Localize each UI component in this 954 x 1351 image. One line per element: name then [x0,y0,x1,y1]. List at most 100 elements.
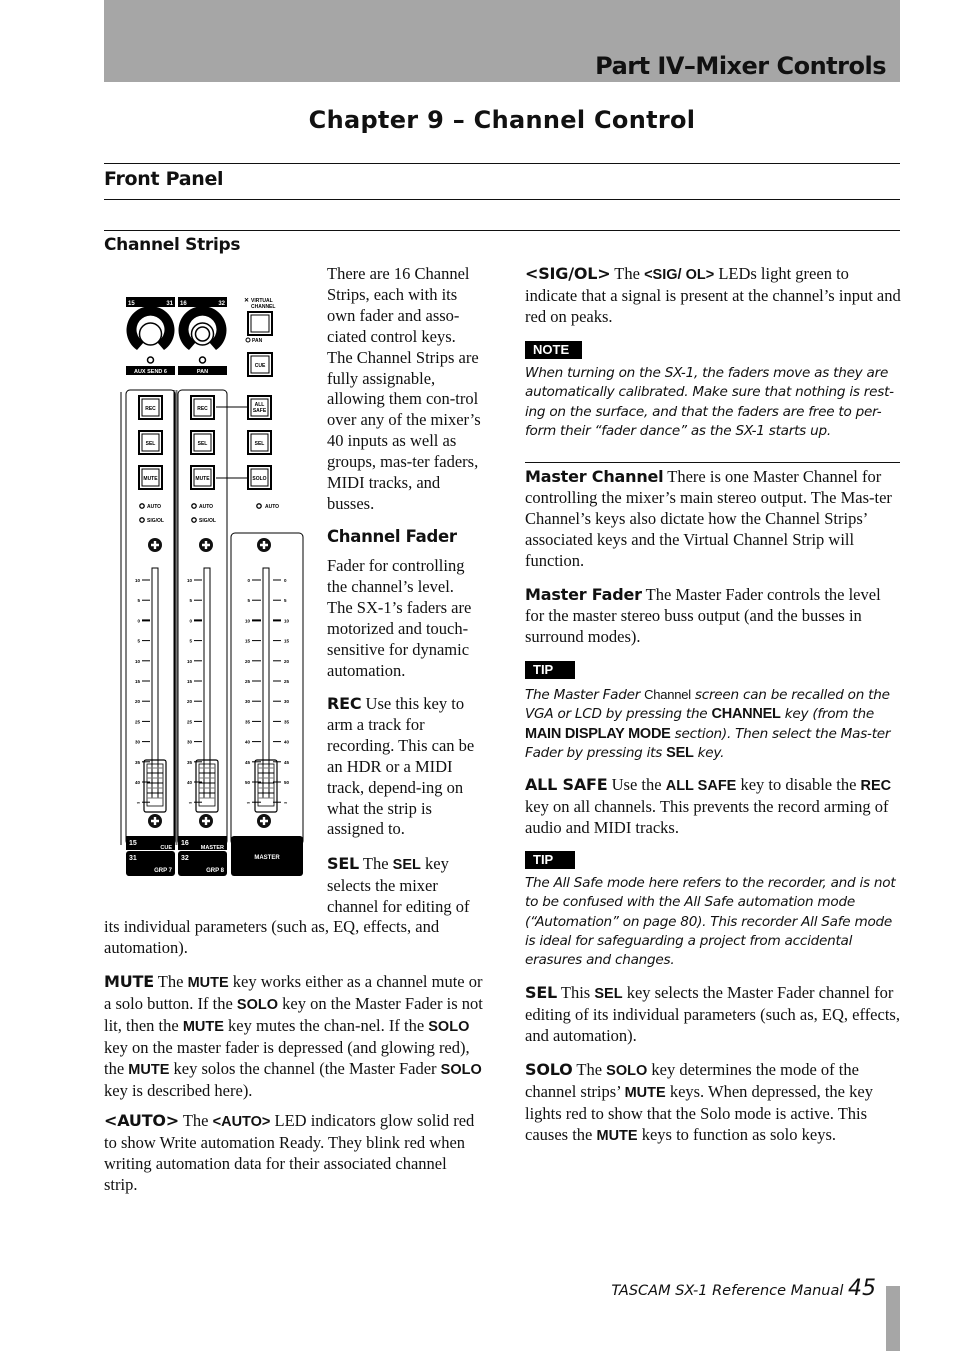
scale-label: 30 [245,699,251,704]
knob-label: AUX SEND 6 [134,369,167,375]
scale-label: 5 [247,598,250,603]
master-strip-label: MASTER [231,836,303,876]
divider [525,462,900,463]
master-sel-key-label: SEL [255,441,265,447]
svg-text:CUE: CUE [255,363,266,369]
svg-text:GRP 7: GRP 7 [154,868,173,874]
scale-label: 45 [245,760,251,765]
all-safe-paragraph: ALL SAFE Use the ALL SAFE key to disable… [525,775,892,837]
scale-label: 15 [245,639,251,644]
svg-text:15: 15 [129,840,137,847]
master-channel-paragraph: Master Channel There is one Master Chann… [525,467,892,570]
scale-label: 40 [245,740,251,745]
sigol-led-label: SIG/OL [147,518,164,524]
scale-label: 30 [284,699,290,704]
scale-label: 15 [135,679,141,684]
sel-paragraph-continued: its individual parameters (such as, EQ, … [104,917,440,957]
scale-label: 10 [187,659,193,664]
auto-paragraph: <AUTO> The <AUTO> LED indicators glow so… [104,1111,475,1194]
solo-paragraph: SOLO The SOLO key determines the mode of… [525,1060,873,1144]
scale-label: 35 [245,719,251,724]
scale-label: 5 [137,639,140,644]
scale-label: 0 [284,578,287,583]
tip-text: The Master Fader Channel screen can be r… [525,687,891,761]
scale-label: 20 [284,659,290,664]
scale-label: 50 [245,780,251,785]
rec-lead: REC [327,694,362,713]
chapter-title: Chapter 9 – Channel Control [308,106,696,134]
scale-label: 0 [247,578,250,583]
svg-text:MUTE: MUTE [195,476,210,482]
svg-text:GRP 8: GRP 8 [206,868,225,874]
page-number: 45 [848,1276,876,1301]
scale-label: ∞ [284,800,287,805]
sel-paragraph: SEL The SEL key selects the mixer channe… [327,854,470,916]
svg-text:SIG/OL: SIG/OL [199,518,216,524]
rec-key-label: REC [145,406,156,412]
strip-1-label: 15 CUE 31 GRP 7 [126,836,175,876]
scale-label: 30 [135,740,141,745]
svg-text:SAFE: SAFE [253,408,267,414]
scale-label: 5 [189,598,192,603]
scale-label: ∞ [137,800,140,805]
rec-paragraph: REC Use this key to arm a track for reco… [327,694,475,839]
scale-label: 25 [187,719,193,724]
tip-badge: TIP [525,851,575,869]
svg-text:16: 16 [181,840,189,847]
scale-label: 15 [187,679,193,684]
knob-label: PAN [197,369,208,375]
strip-1-keys: REC SEL MUTE AUTO SIG/OL [138,395,164,524]
scale-label: 10 [135,578,141,583]
divider [104,230,900,231]
auto-led-label: AUTO [147,504,161,510]
pan-led-label: PAN [252,338,263,344]
master-fader-paragraph: Master Fader The Master Fader controls t… [525,585,881,646]
scale-label: ∞ [189,800,192,805]
tip-text: The All Safe mode here refers to the rec… [525,875,896,969]
master-sel-paragraph: SEL This SEL key selects the Master Fade… [525,983,900,1045]
scale-label: 25 [135,719,141,724]
svg-text:CUE: CUE [160,845,172,851]
virtual-channel-key: ✕ VIRTUAL CHANNEL PAN [244,297,275,344]
header-band: Part IV–Mixer Controls [104,0,900,82]
svg-text:SEL: SEL [198,441,208,447]
section-title: Front Panel [104,168,224,190]
divider [104,199,900,200]
scale-label: 50 [284,780,290,785]
scale-label: 10 [187,578,193,583]
scale-label: 45 [284,760,290,765]
fader-slot [262,567,270,799]
scale-label: 30 [187,740,193,745]
knob-top-left-label: 15 [128,301,135,307]
channel-strip-illustration: 15 31 AUX SEND 6 16 32 PAN ✕ VIRTUAL CHA… [120,290,310,885]
knob-top-right-label: 32 [218,301,225,307]
mute-paragraph: MUTE The MUTE key works either as a chan… [104,972,483,1100]
svg-text:32: 32 [181,855,189,862]
svg-text:MASTER: MASTER [254,855,280,861]
fader-slot [203,567,211,799]
sel-key-label: SEL [146,441,156,447]
divider [104,163,900,164]
pan-knob: 16 32 PAN [178,297,227,375]
scale-label: ∞ [247,800,250,805]
solo-key-label: SOLO [252,476,266,482]
channel-fader-heading: Channel Fader [327,527,457,546]
sigol-paragraph: <SIG/OL> The <SIG/ OL> LEDs light green … [525,264,901,326]
scale-label: 10 [135,659,141,664]
svg-text:MASTER: MASTER [201,845,224,851]
svg-text:✕: ✕ [244,297,249,304]
scale-label: 10 [245,618,251,623]
knob-top-right-label: 31 [166,301,173,307]
scale-label: 5 [284,598,287,603]
strip-2-keys: REC SEL MUTE AUTO SIG/OL [190,395,248,524]
scale-label: 35 [135,760,141,765]
scale-label: 40 [135,780,141,785]
scale-label: 5 [137,598,140,603]
intro-paragraph: There are 16 Channel Strips, each with i… [327,264,481,513]
scale-label: 25 [284,679,290,684]
scale-label: 0 [189,618,192,623]
svg-text:CHANNEL: CHANNEL [251,304,275,310]
subsection-title: Channel Strips [104,235,241,255]
part-title: Part IV–Mixer Controls [595,52,886,80]
scale-label: 5 [189,639,192,644]
